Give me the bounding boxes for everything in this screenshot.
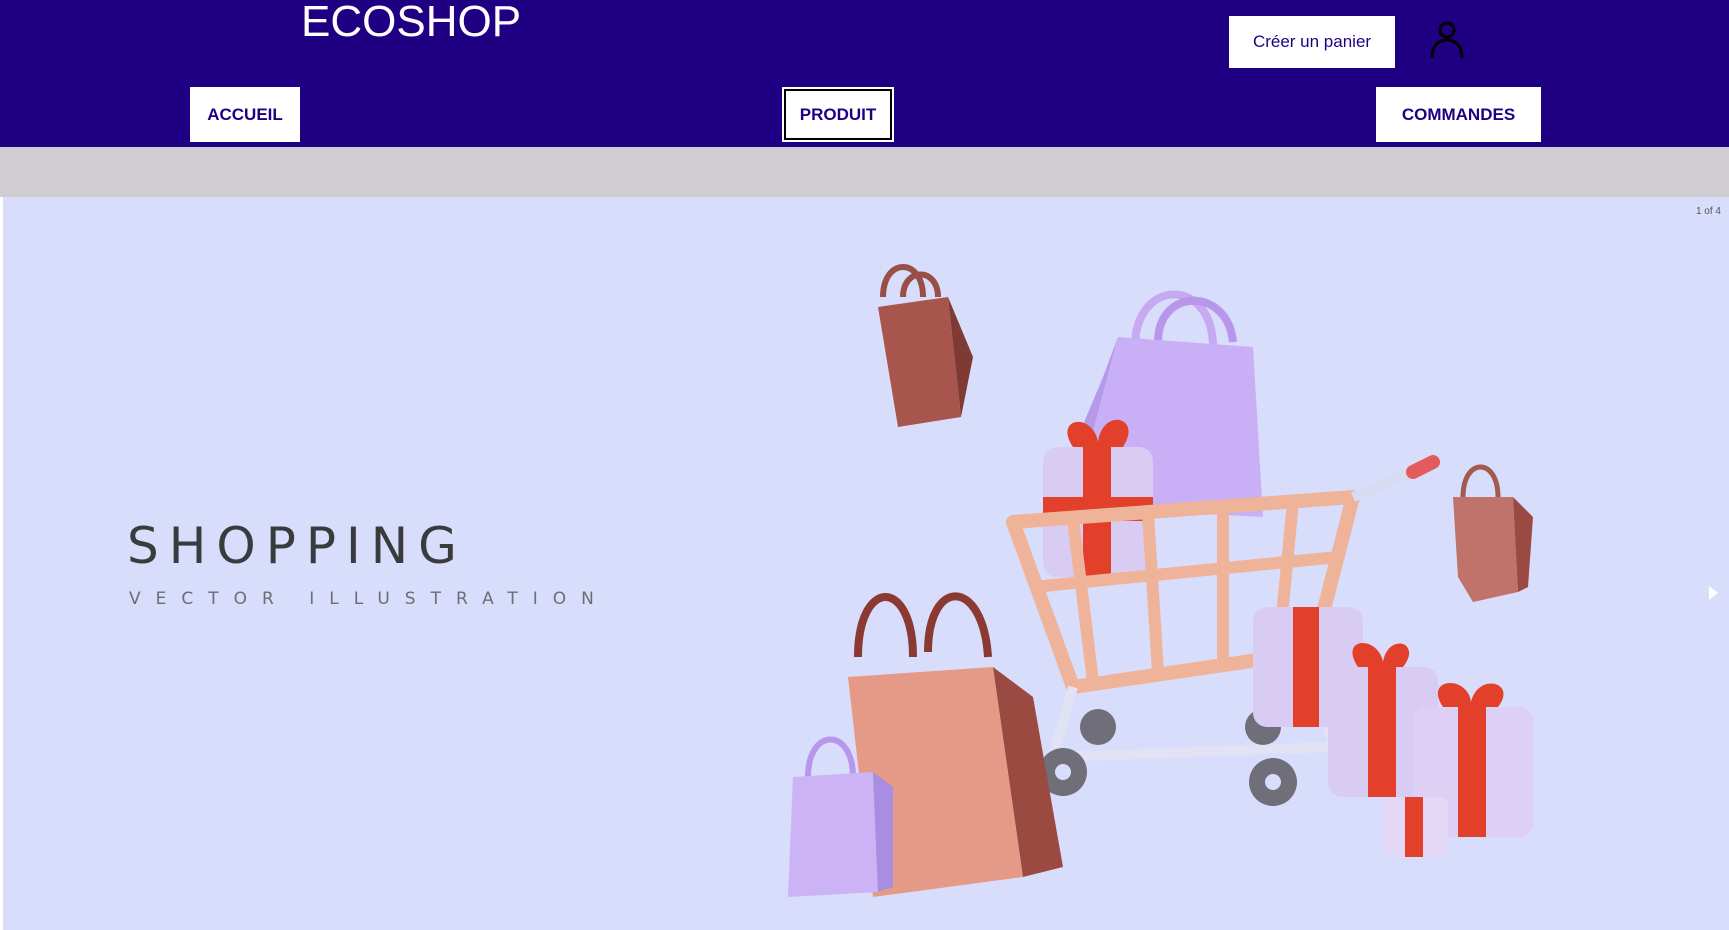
nav-accueil-button[interactable]: ACCUEIL: [190, 87, 300, 142]
bag-icon: [1453, 464, 1533, 602]
divider-bar: [0, 147, 1729, 197]
top-header: ECOSHOP Créer un panier ACCUEIL PRODUIT …: [0, 0, 1729, 147]
hero-title: SHOPPING: [127, 517, 467, 575]
nav-produit-button[interactable]: PRODUIT: [782, 87, 894, 142]
bag-icon: [878, 264, 973, 427]
chevron-right-icon[interactable]: [1707, 585, 1719, 601]
gift-icon: [1383, 797, 1448, 857]
hero-carousel[interactable]: 1 of 4 SHOPPING VECTOR ILLUSTRATION: [3, 197, 1729, 930]
hero-subtitle: VECTOR ILLUSTRATION: [129, 589, 609, 609]
site-logo[interactable]: ECOSHOP: [301, 0, 521, 44]
create-cart-button[interactable]: Créer un panier: [1229, 16, 1395, 68]
shopping-illustration: [788, 264, 1533, 897]
nav-commandes-button[interactable]: COMMANDES: [1376, 87, 1541, 142]
slide-counter: 1 of 4: [1695, 206, 1721, 217]
user-icon[interactable]: [1428, 20, 1466, 58]
